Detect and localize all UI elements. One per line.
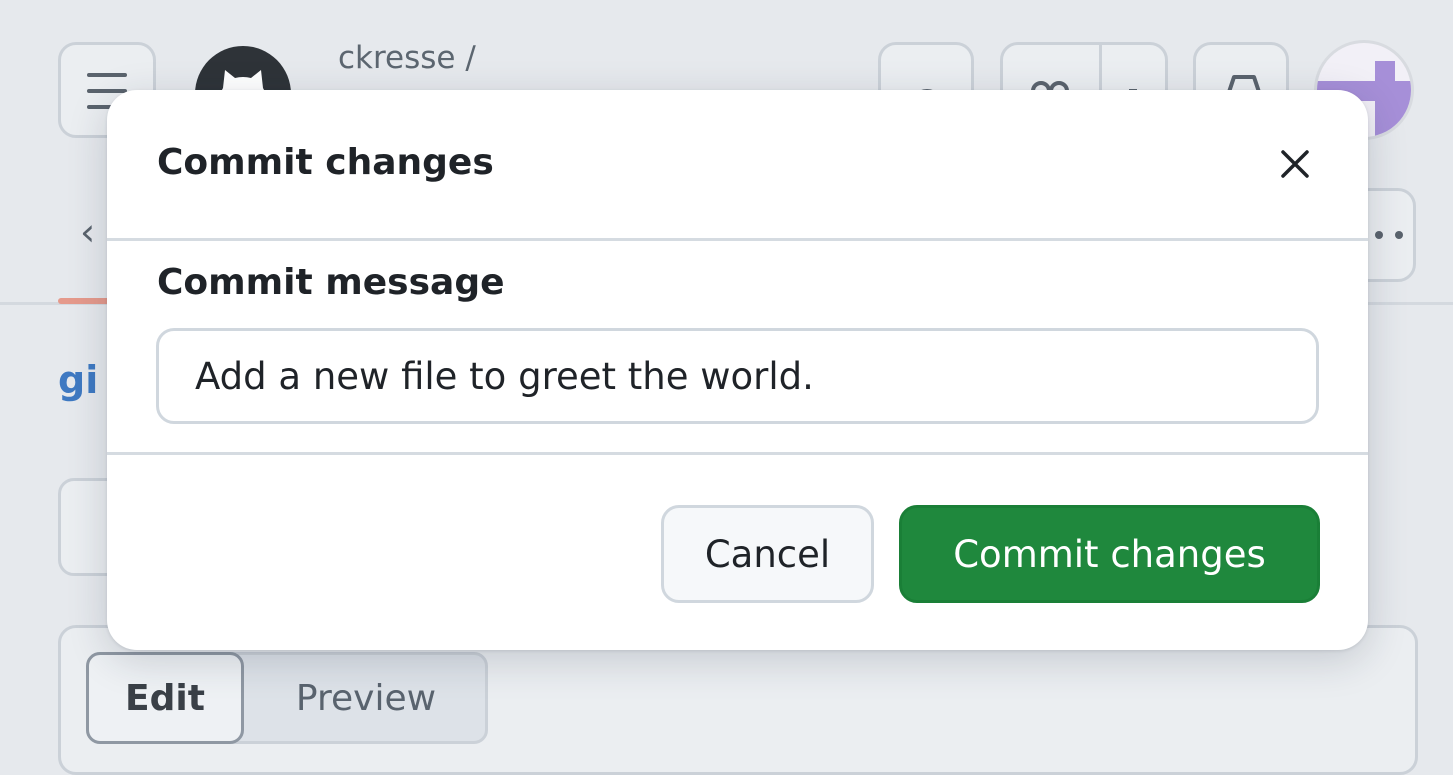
repo-name-link[interactable]: gi bbox=[58, 358, 98, 402]
cancel-button[interactable]: Cancel bbox=[661, 505, 874, 603]
close-button[interactable] bbox=[1267, 136, 1323, 192]
tab-edit[interactable]: Edit bbox=[86, 652, 244, 744]
commit-message-label: Commit message bbox=[157, 262, 505, 303]
repo-owner-link[interactable]: ckresse / bbox=[338, 40, 476, 76]
close-icon bbox=[1281, 150, 1309, 178]
dialog-title: Commit changes bbox=[157, 142, 494, 183]
tab-preview[interactable]: Preview bbox=[244, 652, 488, 744]
commit-changes-button[interactable]: Commit changes bbox=[899, 505, 1320, 603]
commit-changes-dialog: Commit changes Commit message Cancel Com… bbox=[107, 90, 1368, 650]
commit-message-input[interactable] bbox=[156, 328, 1319, 424]
footer-divider bbox=[107, 452, 1368, 455]
chevron-left-icon[interactable]: ‹ bbox=[80, 210, 95, 254]
header-divider bbox=[107, 238, 1368, 241]
